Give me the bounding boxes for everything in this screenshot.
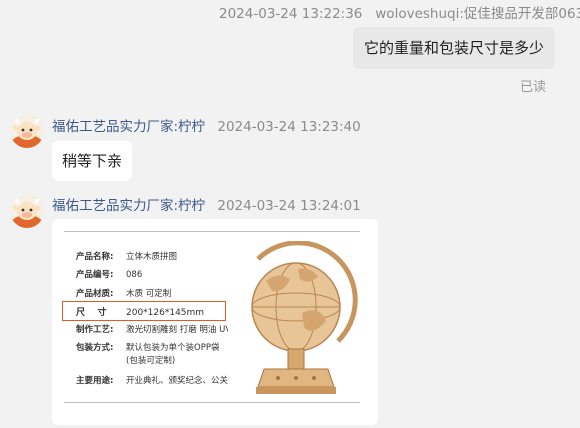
reply2-sender[interactable]: 福佑工艺品实力厂家:柠柠 (52, 198, 205, 214)
spec-row: 产品材质: 木质 可定制 (76, 289, 172, 299)
outgoing-message-header: 2024-03-24 13:22:36 woloveshuqi:促佳搜品开发部0… (219, 2, 580, 22)
reply1-message-text: 稍等下亲 (61, 152, 122, 170)
reply1-sender[interactable]: 福佑工艺品实力厂家:柠柠 (52, 119, 205, 135)
reply1-timestamp: 2024-03-24 13:23:40 (217, 119, 361, 135)
divider (64, 231, 360, 232)
outgoing-sender: woloveshuqi:促佳搜品开发部063 (375, 6, 580, 22)
spec-row: 包装方式: 默认包装为单个装OPP袋 (76, 343, 220, 353)
avatar[interactable] (10, 114, 44, 148)
outgoing-message-text: 它的重量和包装尺寸是多少 (363, 39, 544, 57)
spec-row-note: (包装可定制) (126, 356, 176, 366)
outgoing-timestamp: 2024-03-24 13:22:36 (219, 6, 363, 22)
product-image-message[interactable]: 产品名称: 立体木质拼图 产品编号: 086 产品材质: 木质 可定制 尺 寸 200*… (52, 219, 378, 425)
cow-avatar-icon (10, 194, 44, 228)
spec-row: 产品名称: 立体木质拼图 (76, 252, 178, 262)
divider (64, 402, 360, 403)
reply1-message-bubble[interactable]: 稍等下亲 (52, 141, 132, 181)
cow-avatar-icon (10, 114, 44, 148)
avatar[interactable] (10, 194, 44, 228)
wooden-globe-image (228, 241, 358, 399)
reply2-timestamp: 2024-03-24 13:24:01 (217, 198, 361, 214)
reply2-header: 福佑工艺品实力厂家:柠柠 2024-03-24 13:24:01 (52, 194, 361, 214)
spec-row: 制作工艺: 激光切割雕刻 打磨 明油 UV打印 (76, 325, 249, 335)
spec-row: 产品编号: 086 (76, 270, 143, 280)
reply1-header: 福佑工艺品实力厂家:柠柠 2024-03-24 13:23:40 (52, 115, 361, 135)
read-status: 已读 (520, 80, 547, 95)
spec-row-size: 尺 寸 200*126*145mm (76, 308, 205, 318)
outgoing-message-bubble[interactable]: 它的重量和包装尺寸是多少 (353, 27, 555, 69)
